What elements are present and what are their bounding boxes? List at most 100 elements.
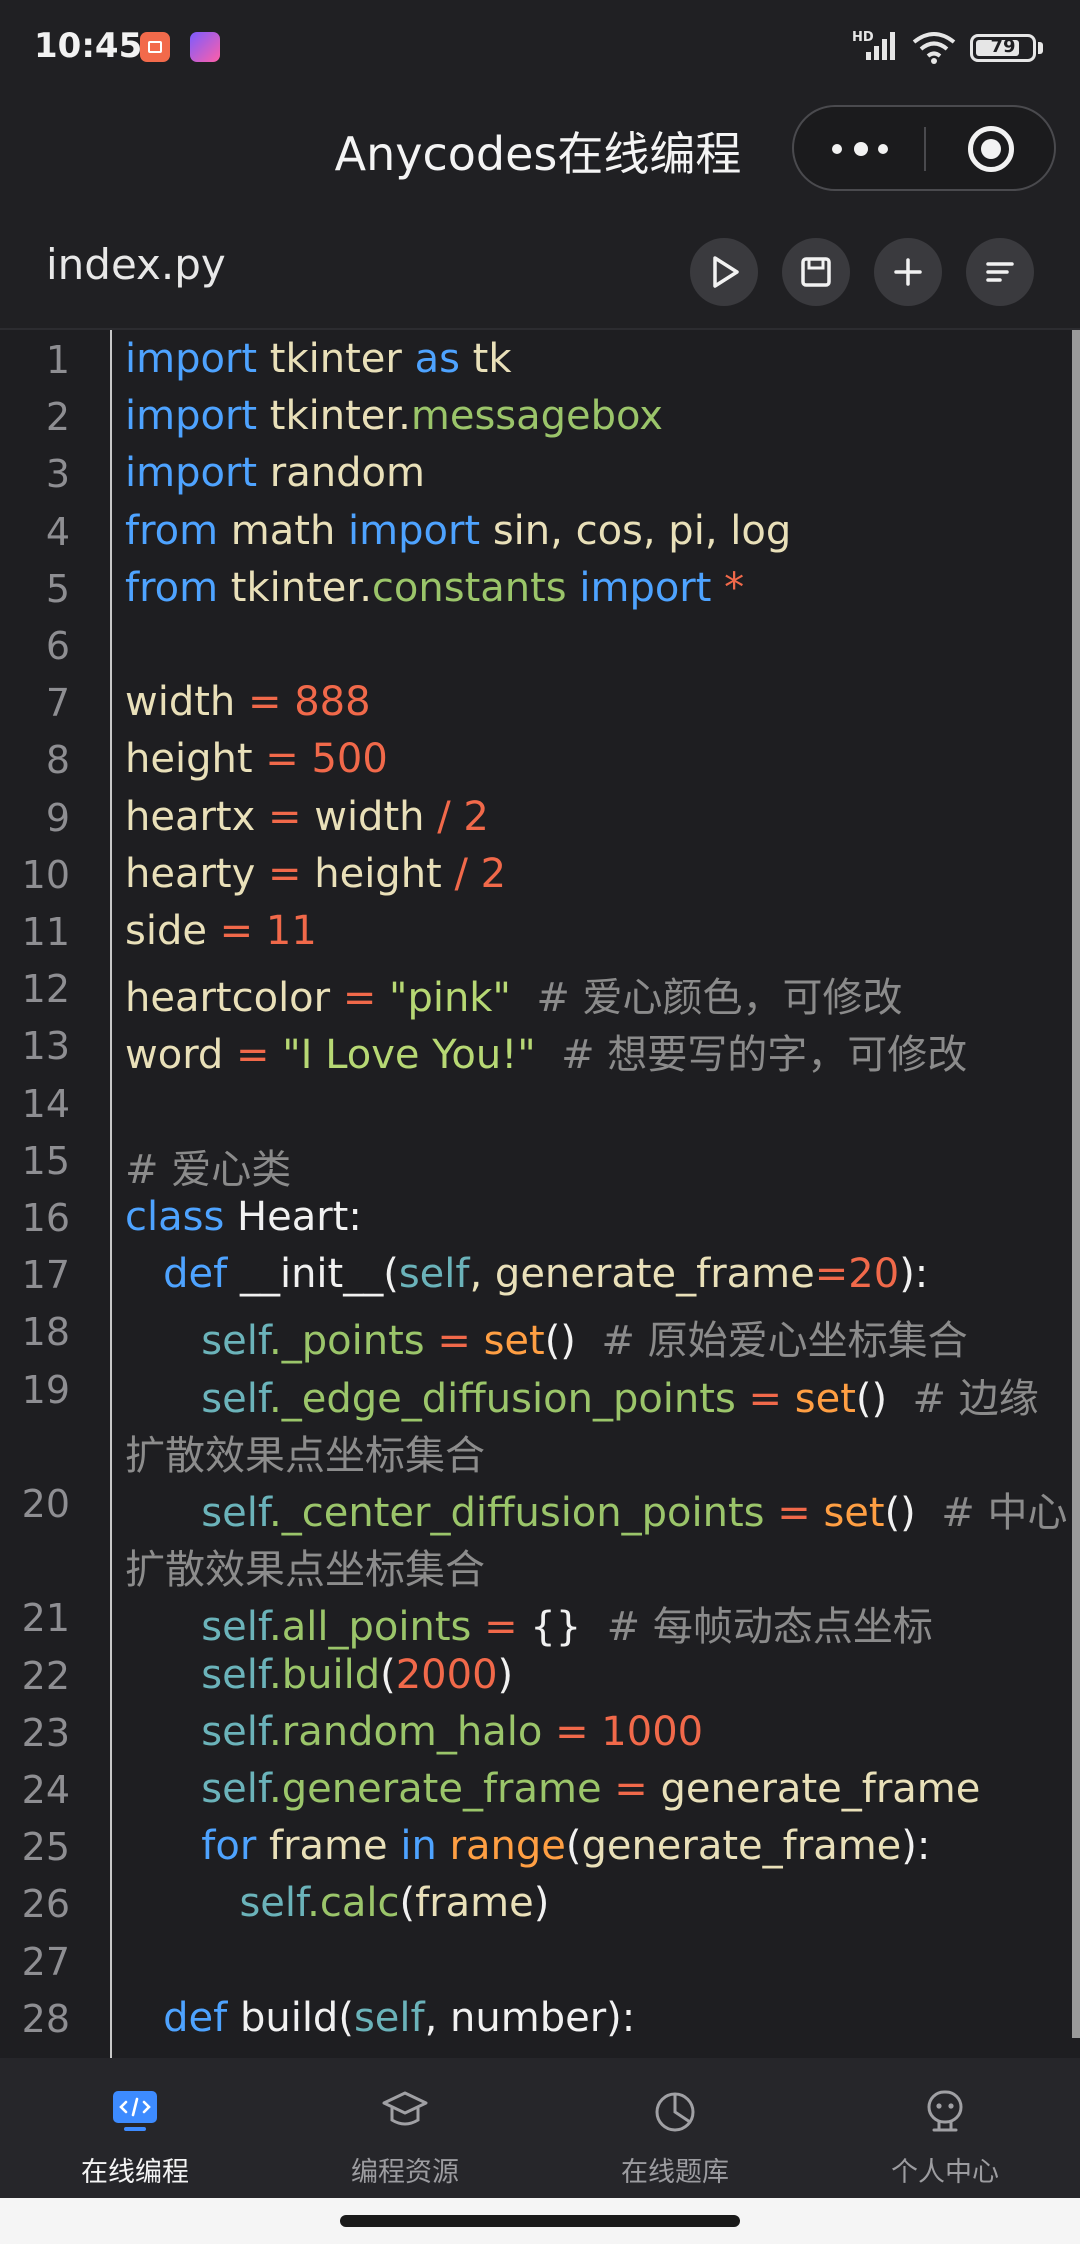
code-token: generate_frame [647,1766,981,1812]
code-line[interactable]: 15 # 爱心类 [0,1131,1070,1193]
code-token: {} [530,1604,582,1651]
code-line[interactable]: 7 width = 888 [0,673,1070,730]
code-token: .all_points [269,1604,472,1651]
code-line[interactable]: 13 word = "I Love You!" # 想要写的字，可修改 [0,1016,1070,1078]
line-number: 15 [21,1138,70,1183]
line-number: 4 [45,509,70,554]
code-editor[interactable]: 1 import tkinter as tk 2 import tkinter.mes… [0,330,1080,2058]
code-token: ._edge_diffusion_points [269,1375,736,1422]
code-token: set [823,1490,885,1536]
code-token: height [301,850,455,897]
new-file-button[interactable] [874,238,942,306]
code-line[interactable]: 21 self.all_points = {} # 每帧动态点坐标 [0,1588,1070,1650]
code-token: height [125,736,266,783]
code-line[interactable]: 10 hearty = height / 2 [0,845,1070,902]
code-text: heartcolor = "pink" # 爱心颜色，可修改 [125,965,903,1023]
menu-button[interactable] [966,238,1034,306]
code-line[interactable]: 14 [0,1074,1070,1131]
code-text: for frame in range(generate_frame): [125,1823,930,1869]
line-number: 8 [45,738,70,783]
code-token: ) [497,1651,514,1698]
code-line[interactable]: 3 import random [0,444,1070,501]
code-line-wrap[interactable]: 扩散效果点坐标集合 [0,1417,1070,1479]
more-options-icon[interactable] [832,142,892,156]
code-line[interactable]: 12 heartcolor = "pink" # 爱心颜色，可修改 [0,959,1070,1021]
line-number: 14 [21,1081,70,1126]
code-line[interactable]: 27 [0,1932,1070,1989]
code-token: = [484,1604,518,1651]
nav-label: 在线题库 [621,2157,729,2188]
code-line[interactable]: 8 height = 500 [0,730,1070,787]
nav-online-coding[interactable]: 在线编程 [0,2058,270,2198]
code-line[interactable]: 11 side = 11 [0,902,1070,959]
code-line[interactable]: 19 self._edge_diffusion_points = set() #… [0,1360,1070,1422]
save-button[interactable] [782,238,850,306]
code-text: height = 500 [125,736,388,782]
code-token: set [483,1318,545,1365]
status-bar: 10:45 HD 79 [0,0,1080,96]
code-line[interactable]: 24 self.generate_frame = generate_frame [0,1760,1070,1817]
nav-coding-resources[interactable]: 编程资源 [270,2058,540,2198]
code-token: sin, cos, pi, log [480,507,792,554]
code-token: self [201,1766,270,1812]
code-token: .build [269,1651,381,1698]
code-line[interactable]: 25 for frame in range(generate_frame): [0,1817,1070,1874]
editor-scrollbar[interactable] [1072,330,1080,2038]
code-line-wrap[interactable]: 扩散效果点坐标集合 [0,1531,1070,1593]
code-line[interactable]: 26 self.calc(frame) [0,1874,1070,1931]
line-number: 16 [21,1196,70,1240]
line-number: 21 [21,1596,70,1641]
code-line[interactable]: 23 self.random_halo = 1000 [0,1703,1070,1760]
code-line[interactable]: 9 heartx = width / 2 [0,788,1070,845]
code-token: as [414,336,460,382]
code-line[interactable]: 20 self._center_diffusion_points = set()… [0,1474,1070,1536]
code-line[interactable]: 6 [0,616,1070,673]
code-line[interactable]: 16 class Heart: [0,1188,1070,1245]
battery-cap [1038,42,1043,54]
code-line[interactable]: 4 from math import sin, cos, pi, log [0,502,1070,559]
code-token: width [125,679,248,726]
code-text: self._points = set() # 原始爱心坐标集合 [125,1308,968,1366]
status-time: 10:45 [34,26,143,66]
battery-icon: 79 [970,34,1036,62]
code-token: generate_frame [581,1823,902,1870]
code-token: set [794,1375,856,1422]
code-line[interactable]: 18 self._points = set() # 原始爱心坐标集合 [0,1302,1070,1364]
code-token: = [342,975,377,1022]
code-token: # 想要写的字，可修改 [561,1032,968,1079]
code-line[interactable]: 5 from tkinter.constants import * [0,559,1070,616]
nav-question-bank[interactable]: 在线题库 [540,2058,810,2198]
wifi-icon [912,32,956,64]
line-number: 24 [21,1768,70,1812]
code-token: self [201,1318,270,1365]
code-token: self [201,1375,270,1422]
run-button[interactable] [690,238,758,306]
home-indicator[interactable] [340,2215,740,2227]
code-line[interactable]: 22 self.build(2000) [0,1646,1070,1703]
line-number: 2 [45,395,70,440]
code-line[interactable]: 17 def __init__(self, generate_frame=20)… [0,1245,1070,1302]
code-token: = [748,1375,783,1422]
code-token: self [353,1994,425,2041]
code-token: # 原始爱心坐标集合 [601,1318,968,1365]
nav-profile[interactable]: 个人中心 [810,2058,1080,2198]
close-miniprogram-icon[interactable] [968,126,1014,172]
code-token: .random_halo [269,1708,543,1755]
code-line[interactable]: 28 def build(self, number): [0,1989,1070,2046]
code-token: 2 [463,793,489,840]
code-token: hearty [125,850,268,897]
code-token: tk [459,336,512,382]
code-line[interactable]: 1 import tkinter as tk [0,330,1070,387]
current-filename[interactable]: index.py [46,240,226,289]
line-number: 10 [21,852,70,897]
code-token: 888 [294,679,371,726]
code-line[interactable]: 2 import tkinter.messagebox [0,387,1070,444]
